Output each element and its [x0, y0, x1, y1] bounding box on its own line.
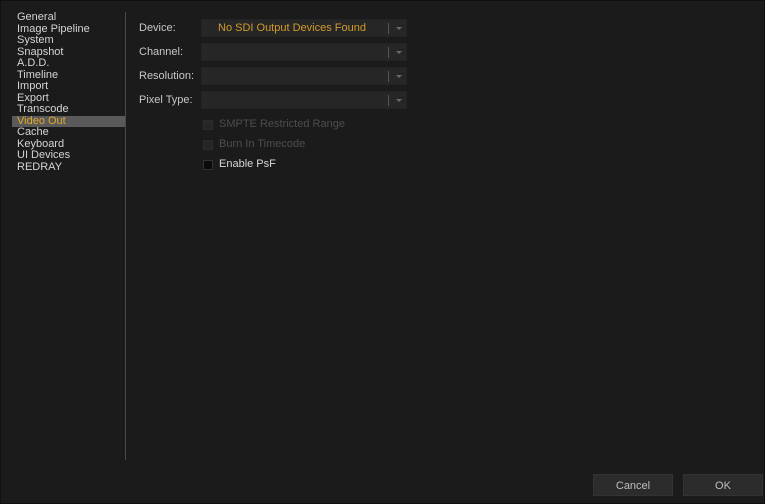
cancel-button[interactable]: Cancel [593, 474, 673, 496]
sidebar-item-import[interactable]: Import [12, 80, 125, 93]
device-dropdown-value: No SDI Output Devices Found [218, 22, 366, 34]
device-label: Device: [139, 22, 176, 34]
enable-psf-checkbox[interactable] [203, 160, 213, 170]
sidebar-item-system[interactable]: System [12, 34, 125, 47]
preferences-window: General Image Pipeline System Snapshot A… [0, 0, 765, 504]
device-dropdown[interactable]: No SDI Output Devices Found [201, 19, 407, 37]
burn-in-timecode-row: Burn In Timecode [203, 137, 419, 157]
resolution-dropdown[interactable] [201, 67, 407, 85]
smpte-restricted-range-row: SMPTE Restricted Range [203, 117, 419, 137]
chevron-down-icon [396, 27, 402, 30]
ok-button[interactable]: OK [683, 474, 763, 496]
dropdown-divider [388, 23, 389, 34]
smpte-restricted-range-label: SMPTE Restricted Range [219, 118, 345, 130]
sidebar-item-general[interactable]: General [12, 11, 125, 24]
sidebar-item-redray[interactable]: REDRAY [12, 161, 125, 174]
enable-psf-row: Enable PsF [203, 157, 419, 177]
burn-in-timecode-label: Burn In Timecode [219, 138, 306, 150]
pixel-type-label: Pixel Type: [139, 94, 193, 106]
pixel-type-dropdown[interactable] [201, 91, 407, 109]
sidebar-item-add[interactable]: A.D.D. [12, 57, 125, 70]
chevron-down-icon [396, 51, 402, 54]
enable-psf-label: Enable PsF [219, 158, 276, 170]
chevron-down-icon [396, 75, 402, 78]
pixel-type-row: Pixel Type: [139, 89, 419, 113]
preferences-sidebar: General Image Pipeline System Snapshot A… [12, 11, 126, 460]
sidebar-item-cache[interactable]: Cache [12, 126, 125, 139]
dropdown-divider [388, 95, 389, 106]
sidebar-item-transcode[interactable]: Transcode [12, 103, 125, 116]
burn-in-timecode-checkbox[interactable] [203, 140, 213, 150]
video-out-panel: Device: No SDI Output Devices Found Chan… [139, 17, 419, 177]
device-row: Device: No SDI Output Devices Found [139, 17, 419, 41]
smpte-restricted-range-checkbox[interactable] [203, 120, 213, 130]
sidebar-item-ui-devices[interactable]: UI Devices [12, 149, 125, 162]
channel-dropdown[interactable] [201, 43, 407, 61]
resolution-label: Resolution: [139, 70, 195, 82]
channel-row: Channel: [139, 41, 419, 65]
dropdown-divider [388, 71, 389, 82]
channel-label: Channel: [139, 46, 184, 58]
dropdown-divider [388, 47, 389, 58]
resolution-row: Resolution: [139, 65, 419, 89]
chevron-down-icon [396, 99, 402, 102]
